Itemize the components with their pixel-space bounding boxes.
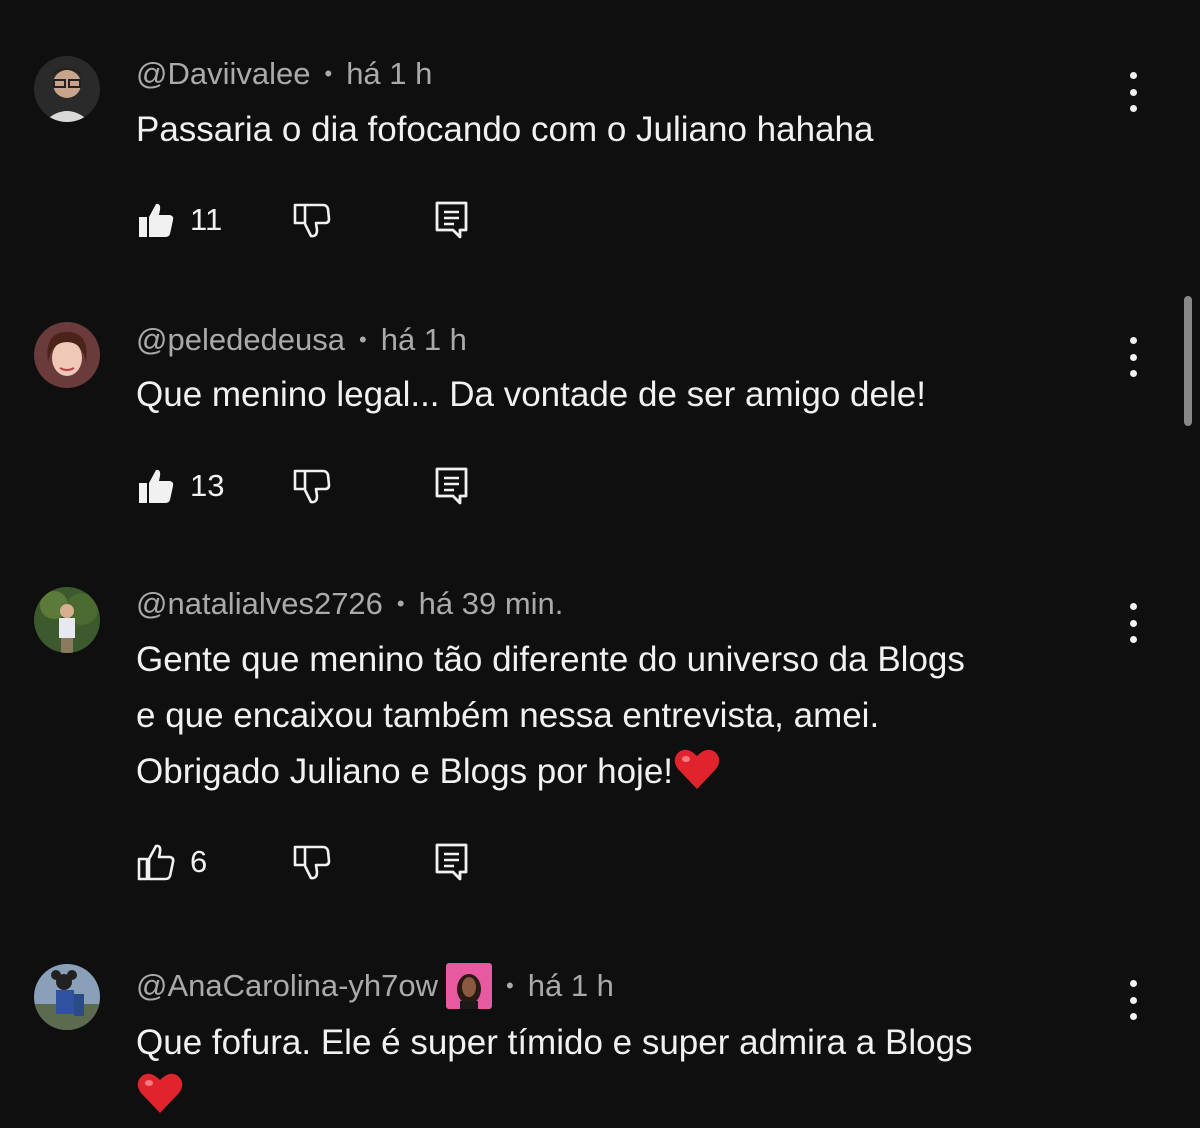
separator-dot: • xyxy=(396,591,405,616)
timestamp[interactable]: há 1 h xyxy=(346,56,432,92)
comment-meta: @Daviivalee • há 1 h xyxy=(136,56,432,92)
reply-comment-icon[interactable] xyxy=(434,842,470,882)
separator-dot: • xyxy=(506,973,514,998)
red-heart-emoji xyxy=(137,1073,183,1113)
avatar[interactable] xyxy=(34,587,100,653)
avatar[interactable] xyxy=(34,964,100,1030)
comment-text: Gente que menino tão diferente do univer… xyxy=(136,632,1116,800)
more-vertical-icon[interactable] xyxy=(1118,603,1148,643)
comment-text-line: Gente que menino tão diferente do univer… xyxy=(136,640,965,679)
timestamp[interactable]: há 39 min. xyxy=(419,586,564,622)
separator-dot: • xyxy=(359,327,367,352)
like-count: 13 xyxy=(190,468,225,503)
red-heart-emoji xyxy=(674,749,720,789)
author-name[interactable]: @AnaCarolina-yh7ow xyxy=(136,968,438,1004)
like-count: 6 xyxy=(190,844,208,879)
thumbs-down-icon[interactable] xyxy=(292,200,332,240)
comment-text: Passaria o dia fofocando com o Juliano h… xyxy=(136,110,874,149)
thumbs-up-icon[interactable] xyxy=(136,200,176,240)
more-vertical-icon[interactable] xyxy=(1118,337,1148,377)
comment-actions: 13 xyxy=(136,466,536,514)
timestamp[interactable]: há 1 h xyxy=(528,968,614,1004)
more-vertical-icon[interactable] xyxy=(1118,980,1148,1020)
avatar[interactable] xyxy=(34,322,100,388)
comment-meta: @AnaCarolina-yh7ow • há 1 h xyxy=(136,963,614,1009)
comment-meta: @natalialves2726 • há 39 min. xyxy=(136,586,563,622)
comment-text-line xyxy=(136,1071,1116,1128)
comment-meta: @pelededeusa • há 1 h xyxy=(136,322,467,358)
reply-comment-icon[interactable] xyxy=(434,466,470,506)
thumbs-down-icon[interactable] xyxy=(292,466,332,506)
scrollbar[interactable] xyxy=(1184,296,1192,426)
reply-comment-icon[interactable] xyxy=(434,200,470,240)
comment-text-line: Obrigado Juliano e Blogs por hoje! xyxy=(136,744,1116,800)
author-name[interactable]: @natalialves2726 xyxy=(136,586,383,622)
thumbs-up-icon[interactable] xyxy=(136,466,176,506)
thumbs-down-icon[interactable] xyxy=(292,842,332,882)
comment-actions: 11 xyxy=(136,200,536,248)
author-name[interactable]: @Daviivalee xyxy=(136,56,310,92)
member-badge-icon xyxy=(446,963,493,1009)
comment-text-line: e que encaixou também nessa entrevista, … xyxy=(136,696,880,735)
author-name[interactable]: @pelededeusa xyxy=(136,322,345,358)
separator-dot: • xyxy=(324,61,333,86)
timestamp[interactable]: há 1 h xyxy=(381,322,467,358)
avatar[interactable] xyxy=(34,56,100,122)
comment-text-line: Que fofura. Ele é super tímido e super a… xyxy=(136,1023,973,1062)
comment-actions: 6 xyxy=(136,842,536,890)
like-count: 11 xyxy=(190,202,223,237)
comment-text: Que menino legal... Da vontade de ser am… xyxy=(136,375,926,414)
comment-text: Que fofura. Ele é super tímido e super a… xyxy=(136,1015,1116,1128)
more-vertical-icon[interactable] xyxy=(1118,72,1148,112)
thumbs-up-icon[interactable] xyxy=(136,842,176,882)
